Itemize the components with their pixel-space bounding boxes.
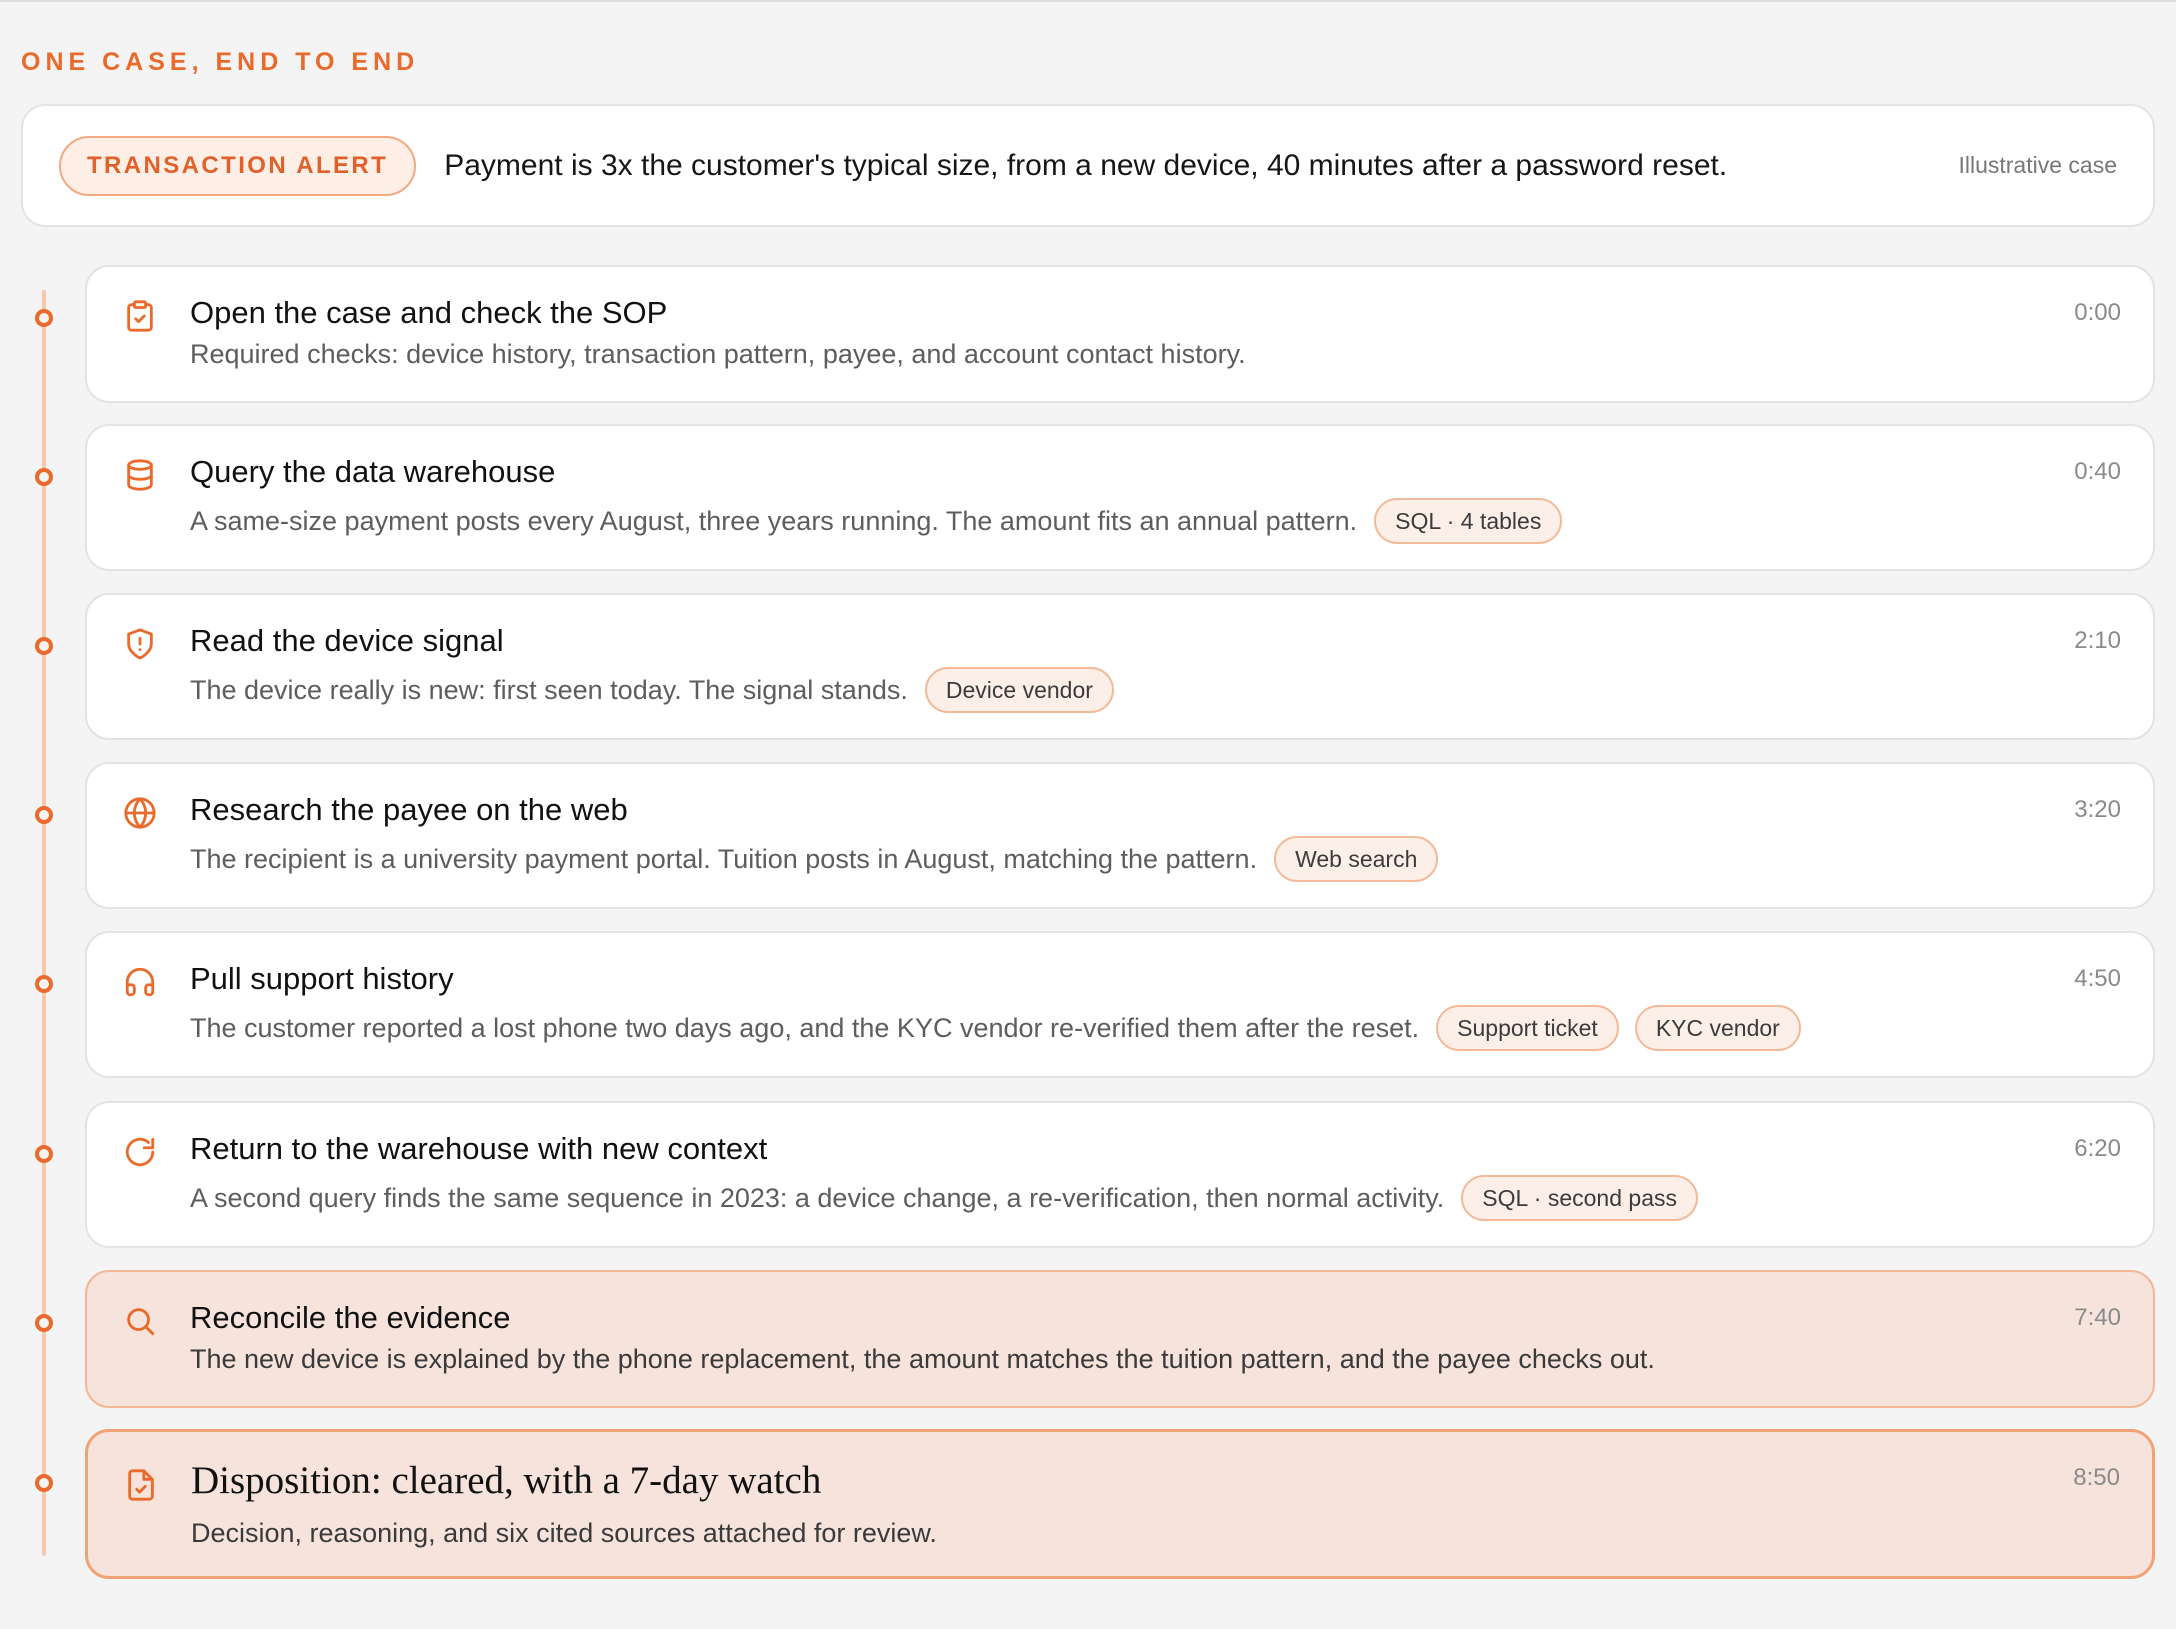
step-card-query-warehouse[interactable]: Query the data warehouse 0:40 A same-siz… bbox=[85, 424, 2155, 571]
file-check-icon bbox=[124, 1468, 158, 1502]
step-card-support-history[interactable]: Pull support history 4:50 The customer r… bbox=[85, 931, 2155, 1078]
timeline-dot bbox=[35, 1314, 53, 1332]
database-icon bbox=[123, 458, 157, 492]
source-tag: SQL · 4 tables bbox=[1374, 498, 1563, 544]
source-tag: SQL · second pass bbox=[1461, 1175, 1698, 1221]
step-time: 0:00 bbox=[2074, 299, 2121, 326]
step-card-device-signal[interactable]: Read the device signal 2:10 The device r… bbox=[85, 593, 2155, 740]
alert-card: TRANSACTION ALERT Payment is 3x the cust… bbox=[21, 104, 2155, 227]
step-description: The device really is new: first seen tod… bbox=[190, 674, 908, 705]
step-title: Read the device signal bbox=[190, 623, 504, 658]
step-title: Disposition: cleared, with a 7-day watch bbox=[191, 1459, 822, 1502]
step-title: Reconcile the evidence bbox=[190, 1300, 511, 1335]
step-body: Decision, reasoning, and six cited sourc… bbox=[191, 1518, 937, 1549]
step-time: 4:50 bbox=[2074, 965, 2121, 992]
step-body: A second query finds the same sequence i… bbox=[190, 1175, 1698, 1221]
step-time: 8:50 bbox=[2073, 1464, 2120, 1491]
step-title: Research the payee on the web bbox=[190, 792, 628, 827]
step-card-research-payee[interactable]: Research the payee on the web 3:20 The r… bbox=[85, 762, 2155, 909]
step-description: A second query finds the same sequence i… bbox=[190, 1182, 1445, 1213]
step-time: 3:20 bbox=[2074, 796, 2121, 823]
alert-pill: TRANSACTION ALERT bbox=[59, 135, 417, 196]
section-eyebrow: ONE CASE, END TO END bbox=[21, 48, 420, 76]
timeline-dot bbox=[35, 806, 53, 824]
step-body: The device really is new: first seen tod… bbox=[190, 667, 1114, 713]
step-card-reconcile[interactable]: Reconcile the evidence 7:40 The new devi… bbox=[85, 1270, 2155, 1408]
step-description: The new device is explained by the phone… bbox=[190, 1344, 1655, 1374]
step-description: The recipient is a university payment po… bbox=[190, 843, 1258, 874]
step-description: Required checks: device history, transac… bbox=[190, 339, 1246, 369]
step-title: Query the data warehouse bbox=[190, 454, 556, 489]
timeline-dot bbox=[35, 1145, 53, 1163]
headset-icon bbox=[123, 965, 157, 999]
step-body: A same-size payment posts every August, … bbox=[190, 498, 1563, 544]
step-time: 2:10 bbox=[2074, 627, 2121, 654]
step-body: The recipient is a university payment po… bbox=[190, 836, 1439, 882]
step-card-open-case[interactable]: Open the case and check the SOP 0:00 Req… bbox=[85, 265, 2155, 403]
step-description: The customer reported a lost phone two d… bbox=[190, 1012, 1420, 1043]
alert-text: Payment is 3x the customer's typical siz… bbox=[444, 148, 1728, 182]
step-title: Pull support history bbox=[190, 961, 454, 996]
refresh-icon bbox=[123, 1135, 157, 1169]
step-title: Return to the warehouse with new context bbox=[190, 1131, 768, 1166]
step-body: Required checks: device history, transac… bbox=[190, 339, 1246, 370]
shield-alert-icon bbox=[123, 627, 157, 661]
source-tag: KYC vendor bbox=[1634, 1005, 1801, 1051]
step-description: A same-size payment posts every August, … bbox=[190, 505, 1358, 536]
step-time: 6:20 bbox=[2074, 1135, 2121, 1162]
source-tag: Device vendor bbox=[924, 667, 1114, 713]
timeline-dot bbox=[35, 637, 53, 655]
timeline-dot bbox=[35, 975, 53, 993]
timeline-dot bbox=[35, 309, 53, 327]
timeline-dot bbox=[35, 1474, 53, 1492]
globe-icon bbox=[123, 796, 157, 830]
step-time: 7:40 bbox=[2074, 1304, 2121, 1331]
step-description: Decision, reasoning, and six cited sourc… bbox=[191, 1518, 937, 1548]
step-time: 0:40 bbox=[2074, 458, 2121, 485]
alert-note: Illustrative case bbox=[1958, 152, 2117, 178]
step-body: The customer reported a lost phone two d… bbox=[190, 1005, 1801, 1051]
step-card-return-warehouse[interactable]: Return to the warehouse with new context… bbox=[85, 1101, 2155, 1248]
step-body: The new device is explained by the phone… bbox=[190, 1344, 1655, 1375]
case-walkthrough: ONE CASE, END TO END TRANSACTION ALERT P… bbox=[0, 0, 2176, 1629]
source-tag: Web search bbox=[1274, 836, 1439, 882]
clipboard-check-icon bbox=[123, 299, 157, 333]
step-title: Open the case and check the SOP bbox=[190, 295, 668, 330]
search-icon bbox=[123, 1304, 157, 1338]
source-tag: Support ticket bbox=[1436, 1005, 1619, 1051]
top-divider bbox=[0, 0, 2176, 2]
timeline-dot bbox=[35, 468, 53, 486]
step-card-disposition[interactable]: Disposition: cleared, with a 7-day watch… bbox=[85, 1429, 2155, 1579]
